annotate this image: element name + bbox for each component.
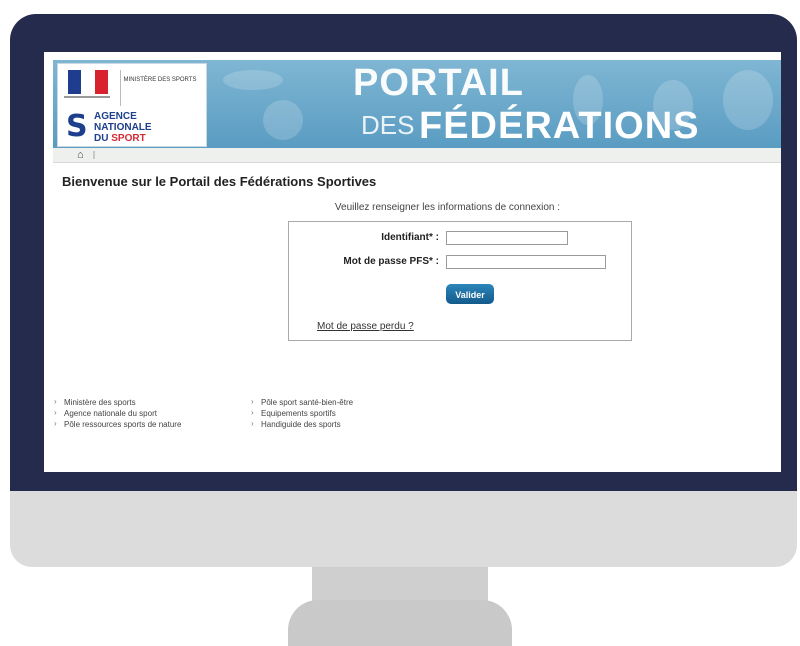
footer-link[interactable]: Handiguide des sports xyxy=(251,418,353,430)
agency-name: AGENCE NATIONALE DU SPORT xyxy=(94,111,152,144)
agency-line-1: AGENCE xyxy=(94,111,137,122)
portal-title-line1: PORTAIL xyxy=(353,62,524,104)
lost-password-link[interactable]: Mot de passe perdu ? xyxy=(317,321,414,332)
footer-link[interactable]: Ministère des sports xyxy=(54,396,181,408)
french-flag-icon xyxy=(68,70,108,94)
identifiant-label: Identifiant* : xyxy=(381,232,439,243)
header-banner: MINISTÈRE DES SPORTS S AGENCE NATIONALE … xyxy=(53,60,781,148)
password-label: Mot de passe PFS* : xyxy=(343,256,439,267)
monitor-stand-base xyxy=(288,600,512,646)
breadcrumb-separator xyxy=(93,151,95,159)
submit-button[interactable]: Valider xyxy=(446,284,494,304)
banner-decoration xyxy=(723,70,773,130)
flag-caption-line xyxy=(64,96,110,104)
breadcrumb: ⌂ xyxy=(53,148,781,163)
banner-decoration xyxy=(263,100,303,140)
footer-link[interactable]: Pôle sport santé-bien-être xyxy=(251,396,353,408)
banner-decoration xyxy=(223,70,283,90)
portal-title-line2: FÉDÉRATIONS xyxy=(419,105,700,147)
monitor-chin xyxy=(10,491,797,567)
portal-title-des: DES xyxy=(361,110,415,140)
password-input[interactable] xyxy=(446,255,606,269)
agency-line-3: DU SPORT xyxy=(94,133,152,144)
agency-line-3-highlight: SPORT xyxy=(111,133,146,144)
screen: MINISTÈRE DES SPORTS S AGENCE NATIONALE … xyxy=(44,52,781,472)
home-icon[interactable]: ⌂ xyxy=(77,148,84,162)
footer-links-col2: Pôle sport santé-bien-être Equipements s… xyxy=(251,396,353,430)
agency-s-icon: S xyxy=(66,109,88,144)
footer-links-col1: Ministère des sports Agence nationale du… xyxy=(54,396,181,430)
agency-logo[interactable]: MINISTÈRE DES SPORTS S AGENCE NATIONALE … xyxy=(57,63,207,147)
agency-line-3-prefix: DU xyxy=(94,133,109,144)
footer-link[interactable]: Equipements sportifs xyxy=(251,407,353,419)
footer-link[interactable]: Pôle ressources sports de nature xyxy=(54,418,181,430)
monitor: MINISTÈRE DES SPORTS S AGENCE NATIONALE … xyxy=(10,14,797,567)
agency-line-2: NATIONALE xyxy=(94,122,152,133)
footer-link[interactable]: Agence nationale du sport xyxy=(54,407,181,419)
page-title: Bienvenue sur le Portail des Fédérations… xyxy=(62,174,377,189)
page-subtitle: Veuillez renseigner les informations de … xyxy=(334,202,561,213)
ministry-label: MINISTÈRE DES SPORTS xyxy=(120,70,199,106)
identifiant-input[interactable] xyxy=(446,231,568,245)
login-form: Identifiant* : Mot de passe PFS* : Valid… xyxy=(288,221,632,341)
